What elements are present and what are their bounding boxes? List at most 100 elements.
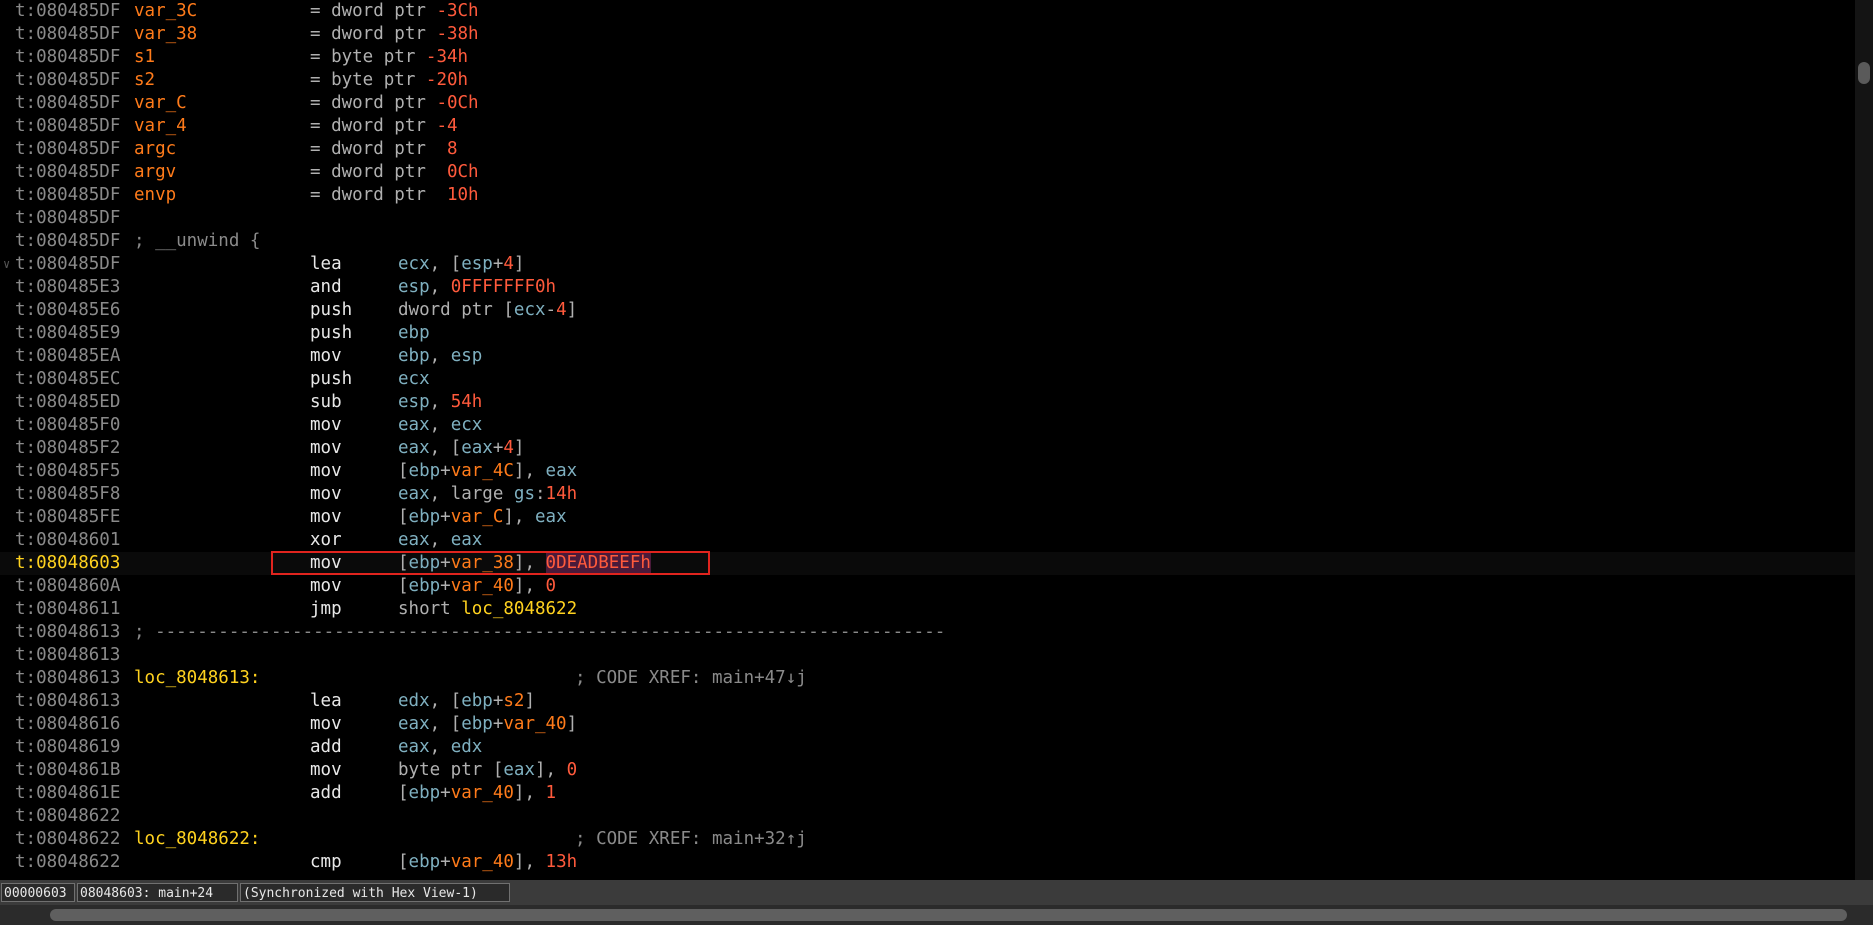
operand-token[interactable]: ]	[567, 300, 578, 320]
listing-line[interactable]: t:080485F5 mov [ebp+var_4C], eax	[0, 460, 1855, 483]
operand-token[interactable]: eax	[546, 461, 578, 481]
operand-token[interactable]: eax	[398, 530, 430, 550]
line-address[interactable]: t:0804861E	[15, 782, 120, 805]
line-address[interactable]: t:08048613	[15, 667, 120, 690]
instruction-operands[interactable]: [ebp+var_40], 0	[398, 575, 556, 598]
instruction-mnemonic[interactable]: mov	[310, 437, 342, 460]
line-address[interactable]: t:080485E9	[15, 322, 120, 345]
operand-token[interactable]: +	[493, 438, 504, 458]
line-address[interactable]: t:080485FE	[15, 506, 120, 529]
stack-var-name[interactable]: var_38	[134, 23, 197, 46]
operand-token[interactable]: ebp	[398, 323, 430, 343]
operand-token[interactable]: eax	[398, 737, 430, 757]
operand-token[interactable]: eax	[398, 415, 430, 435]
operand-token[interactable]: ecx	[514, 300, 546, 320]
operand-token[interactable]: ,	[430, 346, 451, 366]
listing-line[interactable]: t:080485DF argv = dword ptr 0Ch	[0, 161, 1855, 184]
operand-token[interactable]: [	[398, 507, 409, 527]
stack-var-name[interactable]: var_4	[134, 115, 187, 138]
listing-line[interactable]: t:08048601 xor eax, eax	[0, 529, 1855, 552]
line-address[interactable]: t:080485DF	[15, 0, 120, 23]
instruction-operands[interactable]: ebp	[398, 322, 430, 345]
line-address[interactable]: t:080485DF	[15, 92, 120, 115]
operand-token[interactable]: eax	[535, 507, 567, 527]
operand-token[interactable]: ,	[430, 277, 451, 297]
line-address[interactable]: t:080485F2	[15, 437, 120, 460]
instruction-operands[interactable]: ebp, esp	[398, 345, 482, 368]
listing-line[interactable]: t:080485F2 mov eax, [eax+4]	[0, 437, 1855, 460]
operand-token[interactable]: , [	[430, 438, 462, 458]
operand-token[interactable]: ],	[514, 783, 546, 803]
line-address[interactable]: t:080485DF	[15, 161, 120, 184]
operand-token[interactable]: ecx	[398, 254, 430, 274]
listing-line[interactable]: t:080485DF envp = dword ptr 10h	[0, 184, 1855, 207]
instruction-operands[interactable]: eax, eax	[398, 529, 482, 552]
line-address[interactable]: t:080485DF	[15, 138, 120, 161]
instruction-mnemonic[interactable]: add	[310, 736, 342, 759]
operand-token[interactable]: eax	[451, 530, 483, 550]
operand-token[interactable]: byte ptr [	[398, 760, 503, 780]
operand-token[interactable]: ebp	[409, 507, 441, 527]
operand-token[interactable]: ],	[514, 852, 546, 872]
operand-token[interactable]: , large	[430, 484, 514, 504]
instruction-mnemonic[interactable]: mov	[310, 759, 342, 782]
instruction-mnemonic[interactable]: xor	[310, 529, 342, 552]
line-address[interactable]: t:08048613	[15, 644, 120, 667]
instruction-mnemonic[interactable]: cmp	[310, 851, 342, 874]
line-address[interactable]: t:080485DF	[15, 115, 120, 138]
listing-line[interactable]: t:080485DF s2 = byte ptr -20h	[0, 69, 1855, 92]
operand-token[interactable]: ecx	[451, 415, 483, 435]
instruction-mnemonic[interactable]: mov	[310, 575, 342, 598]
line-address[interactable]: t:080485EA	[15, 345, 120, 368]
listing-line[interactable]: ∨ t:080485DF lea ecx, [esp+4]	[0, 253, 1855, 276]
instruction-operands[interactable]: [ebp+var_4C], eax	[398, 460, 577, 483]
code-xref-comment[interactable]: ; CODE XREF: main+32↑j	[575, 828, 807, 851]
operand-token[interactable]: ],	[514, 461, 546, 481]
line-address[interactable]: t:080485E6	[15, 299, 120, 322]
operand-token[interactable]: ebp	[409, 461, 441, 481]
line-address[interactable]: t:0804861B	[15, 759, 120, 782]
instruction-operands[interactable]: eax, [eax+4]	[398, 437, 524, 460]
operand-token[interactable]: gs	[514, 484, 535, 504]
instruction-operands[interactable]: esp, 54h	[398, 391, 482, 414]
operand-token[interactable]: esp	[398, 277, 430, 297]
operand-token[interactable]: 4	[556, 300, 567, 320]
operand-token[interactable]: +	[493, 691, 504, 711]
operand-token[interactable]: +	[440, 553, 451, 573]
stack-var-name[interactable]: argc	[134, 138, 176, 161]
line-address[interactable]: t:080485F0	[15, 414, 120, 437]
line-address[interactable]: t:080485F8	[15, 483, 120, 506]
operand-token[interactable]: 0FFFFFFF0h	[451, 277, 556, 297]
operand-token[interactable]: :	[535, 484, 546, 504]
line-address[interactable]: t:08048613	[15, 621, 120, 644]
instruction-operands[interactable]: eax, ecx	[398, 414, 482, 437]
instruction-mnemonic[interactable]: lea	[310, 253, 342, 276]
vertical-scrollbar[interactable]	[1855, 0, 1873, 880]
operand-token[interactable]: ,	[430, 415, 451, 435]
operand-token[interactable]: ,	[430, 530, 451, 550]
stack-var-name[interactable]: s1	[134, 46, 155, 69]
instruction-operands[interactable]: eax, [ebp+var_40]	[398, 713, 577, 736]
listing-line[interactable]: t:080485E9 push ebp	[0, 322, 1855, 345]
instruction-mnemonic[interactable]: mov	[310, 460, 342, 483]
operand-token[interactable]: var_C	[451, 507, 504, 527]
code-label[interactable]: loc_8048613:	[134, 667, 260, 690]
operand-token[interactable]: 0	[546, 576, 557, 596]
instruction-operands[interactable]: dword ptr [ecx-4]	[398, 299, 577, 322]
code-label[interactable]: loc_8048622:	[134, 828, 260, 851]
operand-token[interactable]: ,	[430, 392, 451, 412]
line-address[interactable]: t:080485DF	[15, 23, 120, 46]
stack-var-name[interactable]: var_3C	[134, 0, 197, 23]
instruction-mnemonic[interactable]: lea	[310, 690, 342, 713]
listing-line[interactable]: t:08048616 mov eax, [ebp+var_40]	[0, 713, 1855, 736]
operand-token[interactable]: 54h	[451, 392, 483, 412]
listing-line[interactable]: t:080485FE mov [ebp+var_C], eax	[0, 506, 1855, 529]
operand-token[interactable]: ebp	[409, 852, 441, 872]
operand-token[interactable]: eax	[461, 438, 493, 458]
listing-line[interactable]: t:08048619 add eax, edx	[0, 736, 1855, 759]
instruction-mnemonic[interactable]: push	[310, 368, 352, 391]
line-address[interactable]: t:08048611	[15, 598, 120, 621]
operand-token[interactable]: 1	[546, 783, 557, 803]
listing-line[interactable]: t:080485F0 mov eax, ecx	[0, 414, 1855, 437]
operand-token[interactable]: , [	[430, 714, 462, 734]
